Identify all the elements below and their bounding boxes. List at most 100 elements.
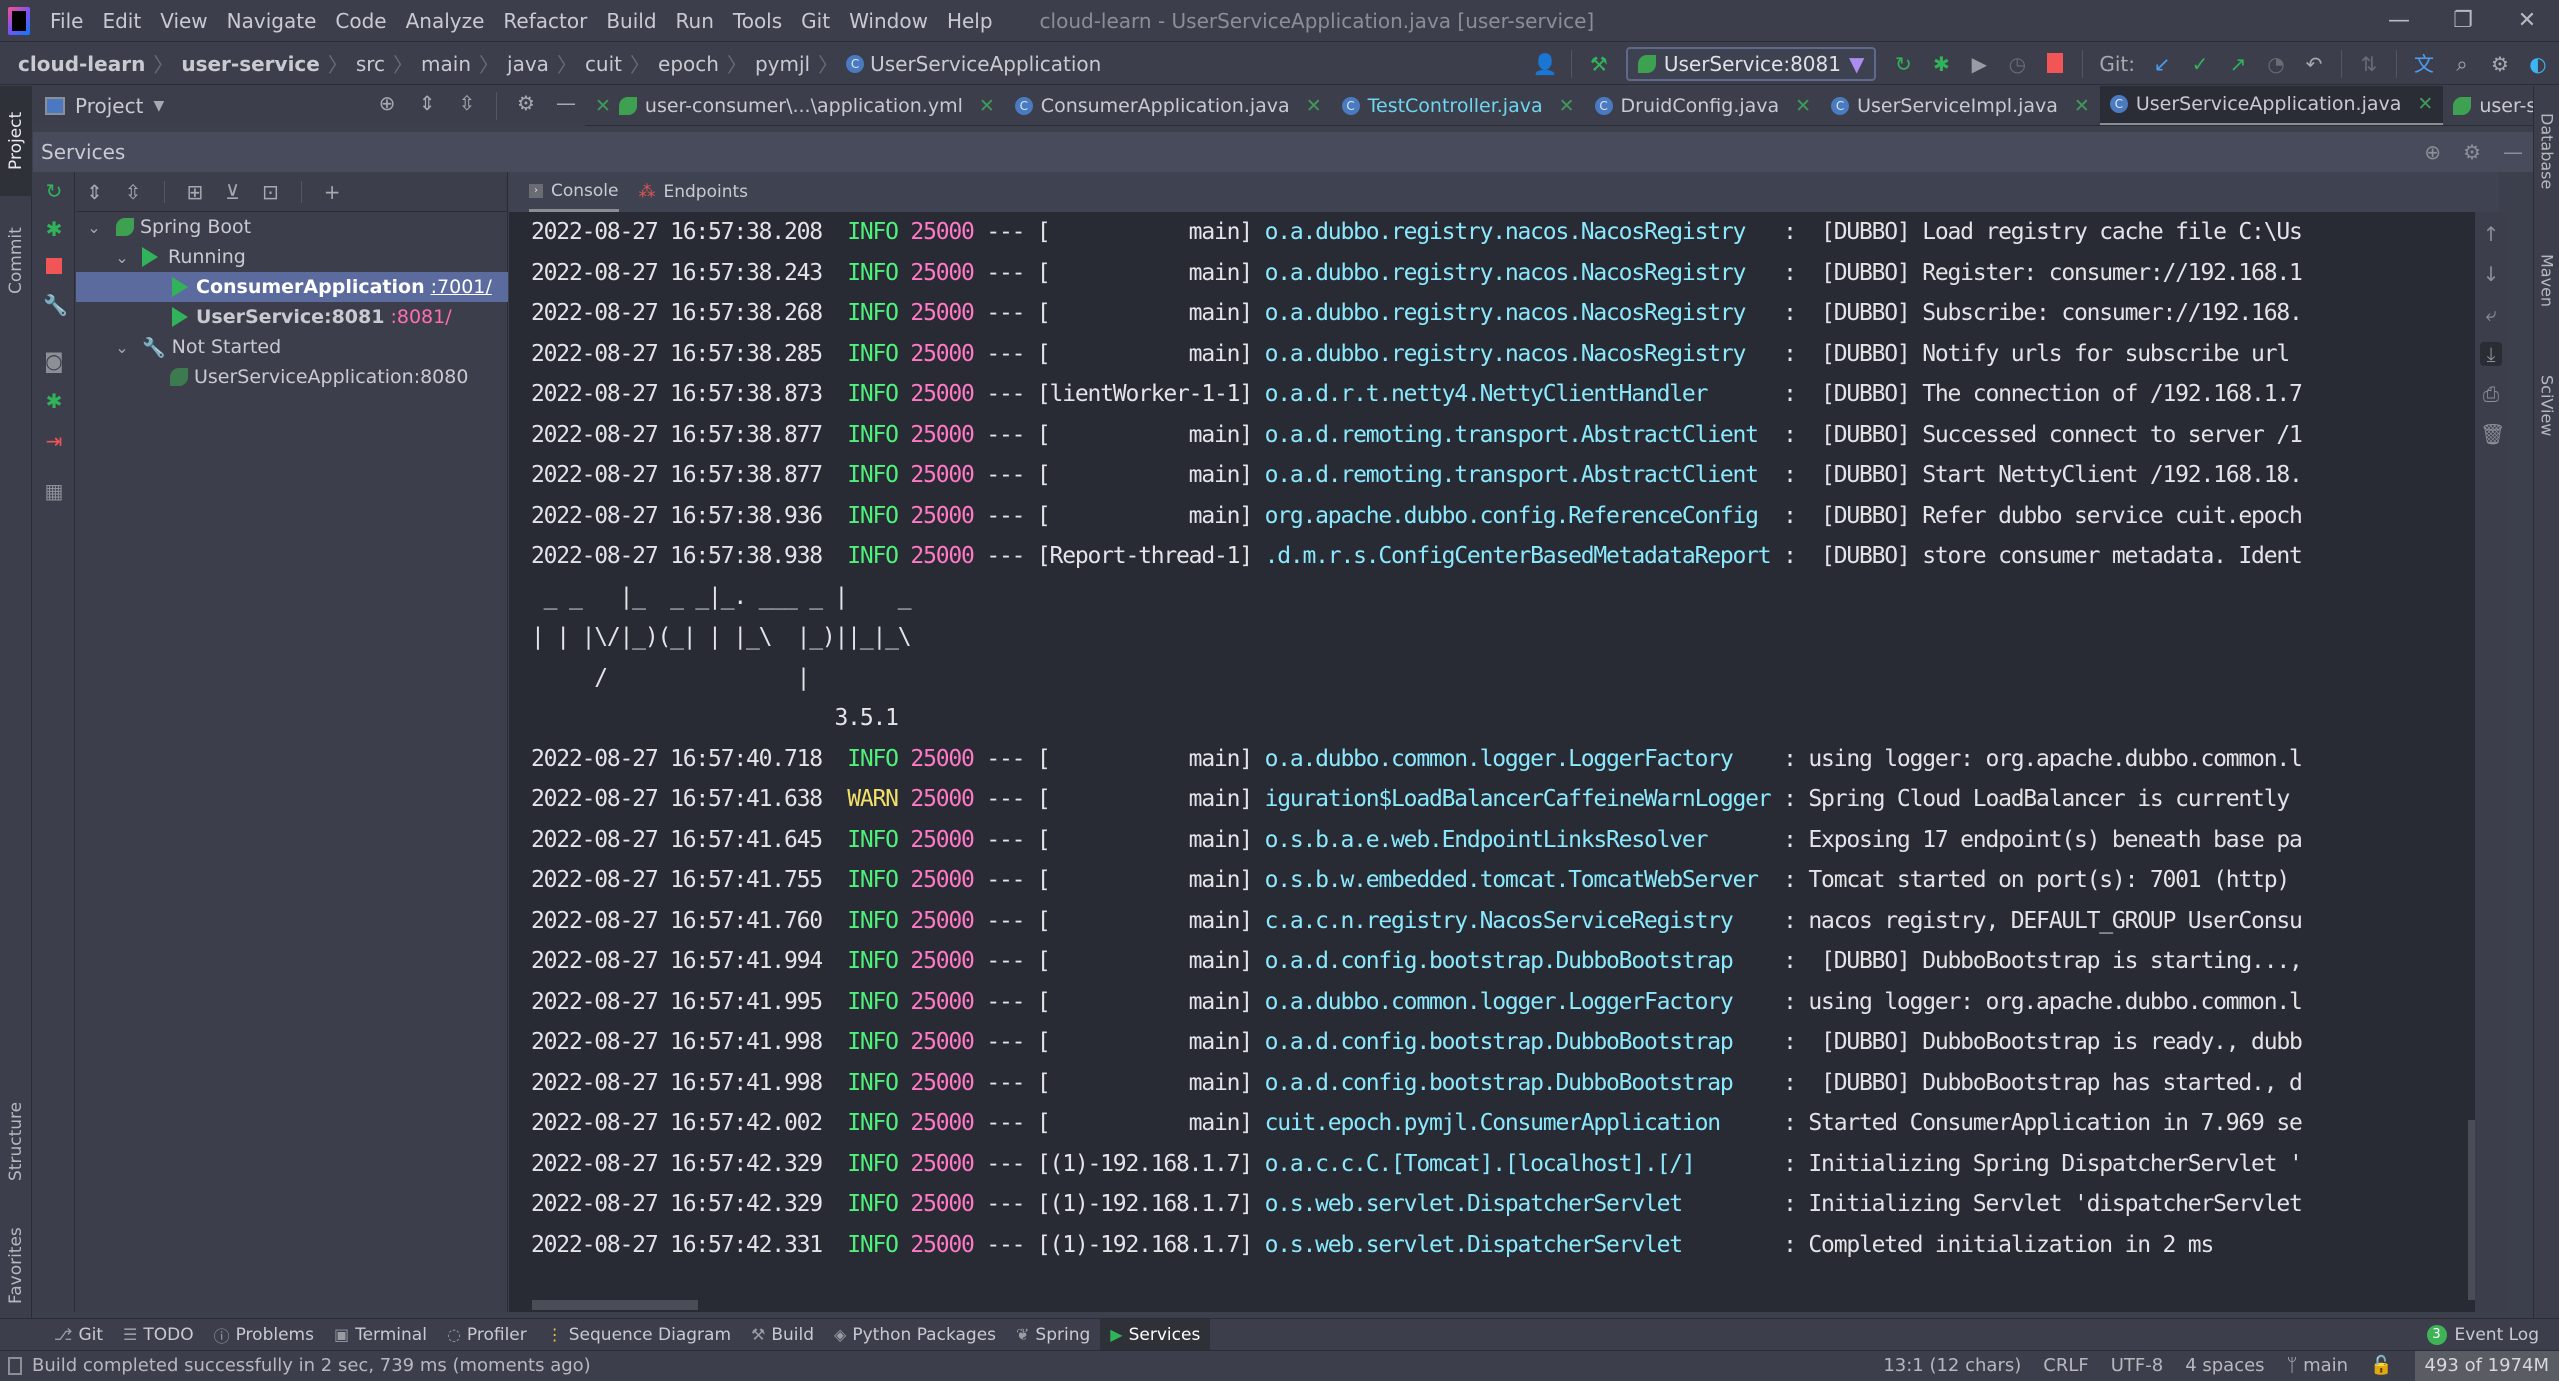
scroll-to-end-icon[interactable]: ⤓ [2480, 342, 2502, 366]
console-vertical-scrollbar[interactable] [2468, 1120, 2475, 1300]
port-link[interactable]: :8081/ [390, 306, 451, 328]
bottom-tab-build[interactable]: ⚒Build [741, 1319, 824, 1351]
status-message[interactable]: Build completed successfully in 2 sec, 7… [32, 1355, 591, 1376]
locate-file-icon[interactable]: ⊕ [376, 92, 398, 114]
bottom-tab-git[interactable]: ⎇Git [44, 1319, 113, 1351]
breadcrumb-item[interactable]: pymjl [755, 52, 810, 76]
attach-debugger-icon[interactable]: ✱ [43, 390, 65, 412]
trash-icon[interactable]: 🗑 [2480, 422, 2502, 446]
camera-icon[interactable]: ◙ [43, 350, 65, 372]
tool-tab-project[interactable]: Project [0, 86, 32, 196]
bottom-tab-todo[interactable]: ☰TODO [113, 1319, 204, 1351]
tool-tab-database[interactable]: Database [2534, 86, 2559, 216]
menu-view[interactable]: View [160, 9, 207, 33]
add-service-icon[interactable]: + [324, 180, 341, 204]
git-commit-icon[interactable]: ✓ [2189, 53, 2211, 75]
menu-git[interactable]: Git [801, 9, 830, 33]
hide-panel-icon[interactable]: — [2503, 140, 2523, 164]
tool-tab-sciview[interactable]: SciView [2534, 346, 2559, 466]
menu-navigate[interactable]: Navigate [227, 9, 317, 33]
bottom-tab-problems[interactable]: ⓘProblems [204, 1319, 324, 1351]
close-tab-icon[interactable]: ✕ [979, 95, 995, 117]
print-icon[interactable]: ⎙ [2480, 382, 2502, 406]
close-tab-icon[interactable]: ✕ [1559, 95, 1575, 117]
menu-edit[interactable]: Edit [102, 9, 141, 33]
bottom-tab-sequence-diagram[interactable]: ⋮Sequence Diagram [537, 1319, 741, 1351]
wrench-icon[interactable]: 🔧 [43, 294, 65, 316]
run-configuration-select[interactable]: UserService:8081 ▼ [1626, 47, 1877, 81]
tree-node-spring-boot[interactable]: ⌄ Spring Boot [76, 212, 508, 242]
filter-icon[interactable]: ⊻ [225, 180, 240, 204]
new-tab-icon[interactable]: ⊡ [262, 180, 279, 204]
arrow-down-icon[interactable]: ↓ [2480, 262, 2502, 286]
soft-wrap-icon[interactable]: ⤶ [2480, 302, 2502, 326]
console-horizontal-scrollbar[interactable] [532, 1300, 698, 1310]
bottom-tab-terminal[interactable]: ▣Terminal [324, 1319, 437, 1351]
event-log-button[interactable]: 3 Event Log [2427, 1325, 2559, 1345]
tree-node-not-started[interactable]: ⌄ 🔧 Not Started [76, 332, 508, 362]
minimize-button[interactable]: — [2367, 8, 2431, 33]
editor-tab-active[interactable]: C UserServiceApplication.java ✕ [2100, 86, 2443, 126]
breadcrumb-item[interactable]: cloud-learn [18, 52, 145, 76]
tree-node-consumer-application[interactable]: ConsumerApplication :7001/ [76, 272, 508, 302]
translate-icon[interactable]: 文 [2413, 53, 2435, 75]
git-update-icon[interactable]: ↙ [2151, 53, 2173, 75]
breadcrumb-item[interactable]: cuit [585, 52, 622, 76]
collapse-all-icon[interactable]: ⇳ [456, 92, 478, 114]
vcs-operations-icon[interactable]: ⇅ [2358, 53, 2380, 75]
menu-refactor[interactable]: Refactor [503, 9, 587, 33]
breadcrumb-item[interactable]: UserServiceApplication [870, 52, 1101, 76]
bottom-tab-profiler[interactable]: ◌Profiler [437, 1319, 537, 1351]
breadcrumb-item[interactable]: src [356, 52, 385, 76]
breadcrumb-item[interactable]: epoch [658, 52, 719, 76]
editor-tab[interactable]: C DruidConfig.java ✕ [1585, 86, 1822, 126]
breadcrumb-item[interactable]: java [507, 52, 549, 76]
project-view-select[interactable]: Project [75, 94, 143, 118]
layout-icon[interactable]: ▦ [43, 480, 65, 502]
toggle-tool-windows-icon[interactable] [8, 1357, 22, 1375]
close-tab-icon[interactable]: ✕ [1306, 95, 1322, 117]
bottom-tab-spring[interactable]: ❦Spring [1006, 1319, 1100, 1351]
tree-node-user-service-application[interactable]: UserServiceApplication:8080 [76, 362, 508, 392]
menu-window[interactable]: Window [849, 9, 928, 33]
caret-position[interactable]: 13:1 (12 chars) [1883, 1355, 2021, 1376]
editor-tab[interactable]: C TestController.java ✕ [1332, 86, 1585, 126]
chevron-down-icon[interactable]: ⌄ [86, 218, 102, 237]
breadcrumb-item[interactable]: user-service [181, 52, 320, 76]
rerun-icon[interactable]: ↻ [43, 180, 65, 202]
menu-code[interactable]: Code [335, 9, 386, 33]
expand-all-icon[interactable]: ⇕ [86, 180, 103, 204]
line-separator[interactable]: CRLF [2043, 1355, 2088, 1376]
run-with-coverage-icon[interactable]: ▶ [1968, 53, 1990, 75]
menu-help[interactable]: Help [947, 9, 993, 33]
debug-icon[interactable]: ✱ [43, 218, 65, 240]
search-icon[interactable]: ⌕ [2451, 53, 2473, 75]
locate-icon[interactable]: ⊕ [2424, 140, 2441, 164]
close-button[interactable]: ✕ [2495, 8, 2559, 33]
menu-file[interactable]: File [50, 9, 83, 33]
file-encoding[interactable]: UTF-8 [2111, 1355, 2163, 1376]
close-tab-icon[interactable]: ✕ [2074, 95, 2090, 117]
restore-button[interactable]: ❐ [2431, 8, 2495, 33]
close-tab-icon[interactable]: ✕ [1795, 95, 1811, 117]
tab-endpoints[interactable]: ⁂ Endpoints [639, 172, 749, 212]
settings-gear-icon[interactable]: ⚙ [2489, 53, 2511, 75]
tool-tab-commit[interactable]: Commit [0, 206, 32, 316]
menu-tools[interactable]: Tools [733, 9, 782, 33]
close-tab-icon[interactable]: ✕ [2417, 93, 2433, 115]
settings-gear-icon[interactable]: ⚙ [515, 92, 537, 114]
indent-setting[interactable]: 4 spaces [2185, 1355, 2264, 1376]
chevron-down-icon[interactable]: ⌄ [114, 338, 130, 357]
menu-build[interactable]: Build [606, 9, 656, 33]
git-push-icon[interactable]: ↗ [2227, 53, 2249, 75]
hide-panel-icon[interactable]: — [555, 92, 577, 114]
user-icon[interactable]: 👤 [1533, 53, 1555, 75]
editor-tab[interactable]: C ConsumerApplication.java ✕ [1005, 86, 1332, 126]
profiler-icon[interactable]: ◷ [2006, 53, 2028, 75]
debug-icon[interactable]: ✱ [1930, 53, 1952, 75]
stop-icon[interactable] [43, 256, 65, 278]
toolbox-icon[interactable]: ◐ [2527, 53, 2549, 75]
git-history-icon[interactable]: ◔ [2265, 53, 2287, 75]
build-hammer-icon[interactable]: ⚒ [1588, 53, 1610, 75]
expand-all-icon[interactable]: ⇕ [416, 92, 438, 114]
